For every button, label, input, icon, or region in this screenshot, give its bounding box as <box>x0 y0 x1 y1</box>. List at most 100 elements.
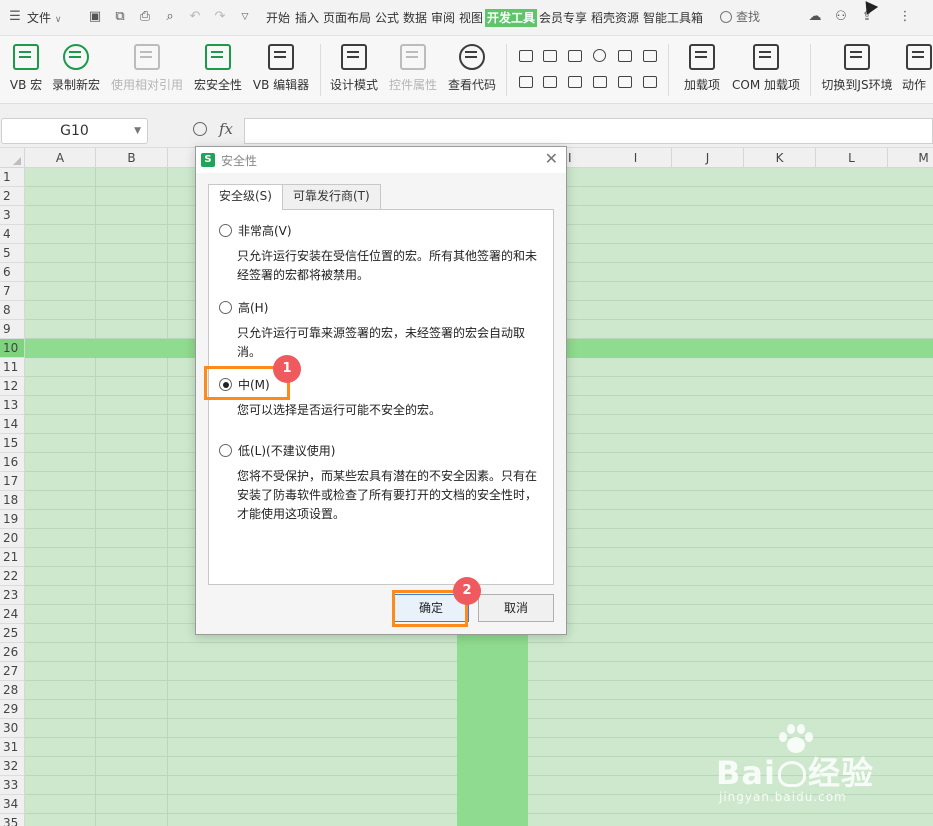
control-properties-button[interactable]: 控件属性 <box>386 42 440 98</box>
row-header[interactable]: 4 <box>0 225 25 244</box>
frame-control-icon[interactable] <box>643 76 657 88</box>
zoom-icon[interactable] <box>193 122 207 136</box>
file-menu[interactable]: 文件 ∨ <box>27 9 61 27</box>
row-header[interactable]: 11 <box>0 358 25 377</box>
more-options-icon[interactable]: ⋮ <box>896 8 914 26</box>
column-header-j[interactable]: J <box>672 148 744 168</box>
close-icon[interactable]: ✕ <box>545 149 558 169</box>
scrollbar-control-icon[interactable] <box>568 76 582 88</box>
column-header-m[interactable]: M <box>888 148 933 168</box>
view-code-button[interactable]: 查看代码 <box>445 42 499 98</box>
com-add-ins-button[interactable]: COM 加载项 <box>728 42 804 98</box>
tab-smart-toolbox[interactable]: 智能工具箱 <box>643 9 703 27</box>
row-header[interactable]: 18 <box>0 491 25 510</box>
record-macro-button[interactable]: 录制新宏 <box>50 42 102 98</box>
search-box[interactable]: 查找 <box>720 8 760 26</box>
tab-docer[interactable]: 稻壳资源 <box>591 9 639 27</box>
column-header-l[interactable]: L <box>816 148 888 168</box>
row-header[interactable]: 5 <box>0 244 25 263</box>
row-header[interactable]: 21 <box>0 548 25 567</box>
add-ins-button[interactable]: 加载项 <box>680 42 724 98</box>
tab-security-level[interactable]: 安全级(S) <box>208 184 283 210</box>
name-box[interactable]: G10 ▼ <box>1 118 148 144</box>
macro-security-button[interactable]: 宏安全性 <box>192 42 244 98</box>
row-header[interactable]: 13 <box>0 396 25 415</box>
row-header[interactable]: 9 <box>0 320 25 339</box>
image-control-icon[interactable] <box>618 76 632 88</box>
row-header[interactable]: 29 <box>0 700 25 719</box>
row-header[interactable]: 19 <box>0 510 25 529</box>
undo-icon[interactable]: ↶ <box>186 8 204 26</box>
row-header[interactable]: 2 <box>0 187 25 206</box>
print-icon[interactable]: ⎙ <box>136 8 154 26</box>
button-control-icon[interactable] <box>568 50 582 62</box>
select-all-corner[interactable] <box>0 148 25 168</box>
fx-icon[interactable]: fx <box>219 120 233 138</box>
export-pdf-icon[interactable]: ⧉ <box>111 8 129 26</box>
row-header[interactable]: 3 <box>0 206 25 225</box>
row-header[interactable]: 27 <box>0 662 25 681</box>
radio-low[interactable] <box>219 444 232 457</box>
cancel-button[interactable]: 取消 <box>478 594 554 622</box>
column-header-b[interactable]: B <box>96 148 168 168</box>
customize-toolbar-icon[interactable]: ▽ <box>236 8 254 26</box>
row-header[interactable]: 35 <box>0 814 25 826</box>
tab-formulas[interactable]: 公式 <box>375 9 399 27</box>
redo-icon[interactable]: ↷ <box>211 8 229 26</box>
column-header-a[interactable]: A <box>25 148 96 168</box>
print-preview-icon[interactable]: ⌕ <box>161 8 179 26</box>
option-very-high[interactable]: 非常高(V) <box>219 222 292 239</box>
switch-js-button[interactable]: 切换到JS环境 <box>818 42 896 98</box>
textbox-control-icon[interactable] <box>593 76 607 88</box>
action-button[interactable]: 动作 <box>902 42 933 98</box>
tab-trusted-publishers[interactable]: 可靠发行商(T) <box>282 184 381 209</box>
row-header[interactable]: 20 <box>0 529 25 548</box>
row-header[interactable]: 24 <box>0 605 25 624</box>
row-header[interactable]: 32 <box>0 757 25 776</box>
option-button-control-icon[interactable] <box>593 49 606 62</box>
tab-page-layout[interactable]: 页面布局 <box>323 9 371 27</box>
spin-button-control-icon[interactable] <box>543 76 557 88</box>
option-low[interactable]: 低(L)(不建议使用) <box>219 442 335 459</box>
column-header-k[interactable]: K <box>744 148 816 168</box>
row-header[interactable]: 23 <box>0 586 25 605</box>
row-header[interactable]: 14 <box>0 415 25 434</box>
row-header[interactable]: 16 <box>0 453 25 472</box>
listbox-control-icon[interactable] <box>618 50 632 62</box>
tab-data[interactable]: 数据 <box>403 9 427 27</box>
row-header[interactable]: 30 <box>0 719 25 738</box>
row-header[interactable]: 1 <box>0 168 25 187</box>
combobox-control-icon[interactable] <box>643 50 657 62</box>
tab-developer[interactable]: 开发工具 <box>485 9 538 27</box>
toggle-button-control-icon[interactable] <box>519 76 533 88</box>
tab-member[interactable]: 会员专享 <box>539 9 587 27</box>
design-mode-button[interactable]: 设计模式 <box>328 42 380 98</box>
row-header[interactable]: 31 <box>0 738 25 757</box>
column-header-i[interactable]: I <box>600 148 672 168</box>
tab-view[interactable]: 视图 <box>459 9 483 27</box>
row-header[interactable]: 28 <box>0 681 25 700</box>
row-header[interactable]: 25 <box>0 624 25 643</box>
hamburger-menu-icon[interactable]: ☰ <box>6 8 24 26</box>
relative-reference-button[interactable]: 使用相对引用 <box>108 42 186 98</box>
formula-input[interactable] <box>244 118 933 144</box>
vb-macro-button[interactable]: VB 宏 <box>6 42 46 98</box>
save-icon[interactable]: ▣ <box>86 8 104 26</box>
radio-high[interactable] <box>219 301 232 314</box>
row-header[interactable]: 34 <box>0 795 25 814</box>
tab-home[interactable]: 开始 <box>266 9 290 27</box>
row-header[interactable]: 10 <box>0 339 25 358</box>
row-header[interactable]: 12 <box>0 377 25 396</box>
vb-editor-button[interactable]: VB 编辑器 <box>250 42 312 98</box>
row-header[interactable]: 8 <box>0 301 25 320</box>
tab-insert[interactable]: 插入 <box>295 9 319 27</box>
tab-review[interactable]: 审阅 <box>431 9 455 27</box>
row-header[interactable]: 7 <box>0 282 25 301</box>
row-header[interactable]: 33 <box>0 776 25 795</box>
row-header[interactable]: 26 <box>0 643 25 662</box>
row-header[interactable]: 6 <box>0 263 25 282</box>
option-high[interactable]: 高(H) <box>219 299 268 316</box>
row-header[interactable]: 17 <box>0 472 25 491</box>
row-header[interactable]: 22 <box>0 567 25 586</box>
cloud-sync-icon[interactable]: ☁ <box>806 8 824 26</box>
